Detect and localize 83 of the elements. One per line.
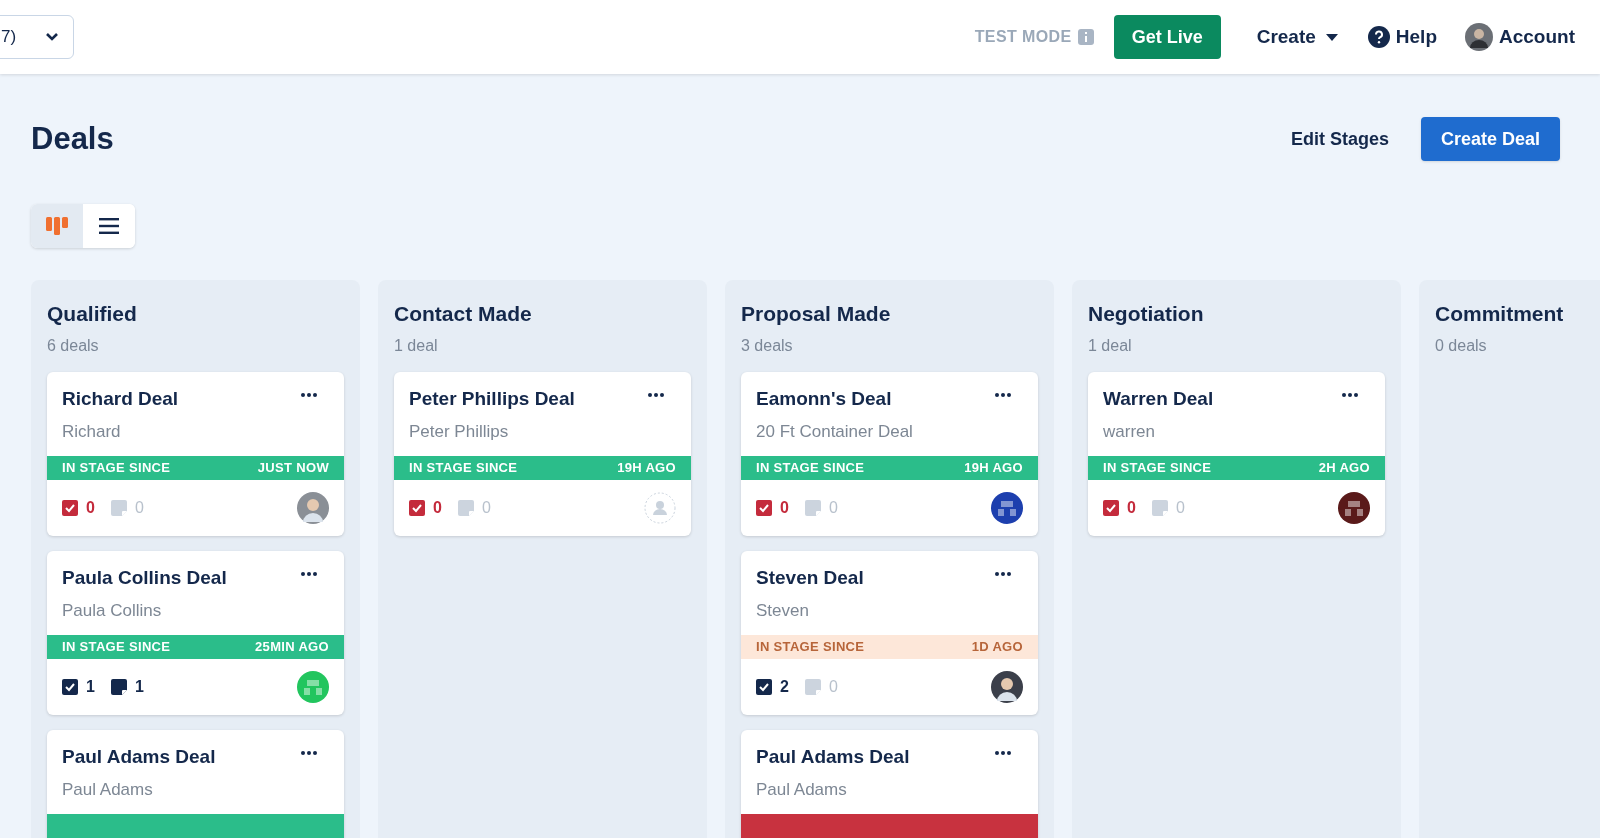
- contact-name: Paul Adams: [756, 779, 847, 801]
- help-icon: [1367, 26, 1390, 48]
- more-options-icon[interactable]: [301, 571, 317, 576]
- stage-since-label: IN STAGE SINCE: [756, 458, 865, 477]
- deal-title: Paul Adams Deal: [756, 744, 910, 769]
- deal-title: Steven Deal: [756, 565, 864, 590]
- task-count: 0: [780, 497, 789, 518]
- note-count: 0: [1175, 497, 1185, 518]
- stage-since-label: IN STAGE SINCE: [62, 637, 171, 656]
- deal-card[interactable]: Paul Adams Deal Paul Adams: [47, 729, 344, 838]
- contact-name: Steven: [756, 600, 809, 622]
- account-selector[interactable]: 7): [0, 15, 74, 59]
- avatar-placeholder-icon: [644, 491, 676, 524]
- contact-name: Richard: [62, 421, 121, 443]
- more-options-icon[interactable]: [995, 392, 1011, 397]
- more-options-icon[interactable]: [995, 750, 1011, 755]
- deal-title: Paula Collins Deal: [62, 565, 227, 590]
- deal-card[interactable]: Warren Deal warren IN STAGE SINCE 2H AGO 0 0: [1088, 371, 1385, 536]
- stage-since-label: IN STAGE SINCE: [62, 458, 171, 477]
- deal-title: Paul Adams Deal: [62, 744, 216, 769]
- contact-name: 20 Ft Container Deal: [756, 421, 913, 443]
- task-count: 1: [86, 676, 95, 697]
- more-options-icon[interactable]: [648, 392, 664, 397]
- more-options-icon[interactable]: [301, 392, 317, 397]
- stage-since-label: IN STAGE SINCE: [409, 458, 518, 477]
- task-count: 0: [433, 497, 442, 518]
- stage-title: Contact Made: [394, 301, 532, 327]
- deal-count: 1 deal: [1088, 335, 1132, 356]
- deal-card[interactable]: Eamonn's Deal 20 Ft Container Deal IN STAGE SINCE 19H AGO 0 0: [741, 371, 1038, 536]
- stage-since-time: 1D AGO: [971, 637, 1023, 656]
- stage-title: Qualified: [47, 301, 137, 327]
- deal-card[interactable]: Peter Phillips Deal Peter Phillips IN STAGE SINCE 19H AGO 0 0: [394, 371, 691, 536]
- create-deal-button[interactable]: Create Deal: [1420, 117, 1560, 161]
- deal-count: 3 deals: [741, 335, 793, 356]
- stage-since-time: 19H AGO: [617, 458, 676, 477]
- more-options-icon[interactable]: [1342, 392, 1358, 397]
- task-count: 0: [86, 497, 95, 518]
- deal-count: 0 deals: [1435, 335, 1487, 356]
- stage-title: Commitment: [1435, 301, 1564, 327]
- get-live-button[interactable]: Get Live: [1113, 15, 1221, 59]
- deal-card[interactable]: Steven Deal Steven IN STAGE SINCE 1D AGO 2 0: [741, 550, 1038, 715]
- help-button[interactable]: Help: [1367, 22, 1437, 52]
- task-count: 2: [780, 676, 789, 697]
- stage-since-time: 2H AGO: [1318, 458, 1370, 477]
- note-count: 0: [828, 676, 838, 697]
- deal-card[interactable]: Paula Collins Deal Paula Collins IN STAGE SINCE 25MIN AGO 1 1: [47, 550, 344, 715]
- stage-since-label: IN STAGE SINCE: [756, 637, 865, 656]
- note-count: 0: [828, 497, 838, 518]
- deal-title: Eamonn's Deal: [756, 386, 892, 411]
- test-mode-label: TEST MODE: [974, 27, 1072, 47]
- note-count: 0: [481, 497, 491, 518]
- deal-count: 6 deals: [47, 335, 99, 356]
- avatar-icon: [1465, 23, 1493, 51]
- note-count: 1: [134, 676, 144, 697]
- caret-down-icon: [1325, 33, 1338, 41]
- create-menu-button[interactable]: Create: [1256, 22, 1338, 52]
- more-options-icon[interactable]: [995, 571, 1011, 576]
- stage-since-time: 25MIN AGO: [255, 637, 329, 656]
- contact-name: Paula Collins: [62, 600, 162, 622]
- account-button[interactable]: Account: [1465, 22, 1575, 52]
- columns-icon: [46, 217, 68, 235]
- list-view-tab[interactable]: [83, 204, 135, 248]
- contact-name: Paul Adams: [62, 779, 153, 801]
- stage-title: Negotiation: [1088, 301, 1204, 327]
- stage-since-time: 19H AGO: [964, 458, 1023, 477]
- edit-stages-button[interactable]: Edit Stages: [1274, 115, 1405, 163]
- stage-since-time: JUST NOW: [257, 458, 329, 477]
- contact-name: warren: [1103, 421, 1155, 443]
- chevron-down-icon: [45, 32, 59, 42]
- more-options-icon[interactable]: [301, 750, 317, 755]
- deal-card[interactable]: Paul Adams Deal Paul Adams: [741, 729, 1038, 838]
- deal-title: Peter Phillips Deal: [409, 386, 575, 411]
- deal-title: Richard Deal: [62, 386, 179, 411]
- deal-card[interactable]: Richard Deal Richard IN STAGE SINCE JUST NOW 0 0: [47, 371, 344, 536]
- stage-since-label: IN STAGE SINCE: [1103, 458, 1212, 477]
- deal-title: Warren Deal: [1103, 386, 1214, 411]
- task-count: 0: [1127, 497, 1136, 518]
- contact-name: Peter Phillips: [409, 421, 509, 443]
- deal-count: 1 deal: [394, 335, 438, 356]
- note-count: 0: [134, 497, 144, 518]
- stage-title: Proposal Made: [741, 301, 891, 327]
- page-title: Deals: [31, 119, 114, 158]
- menu-icon: [99, 218, 119, 234]
